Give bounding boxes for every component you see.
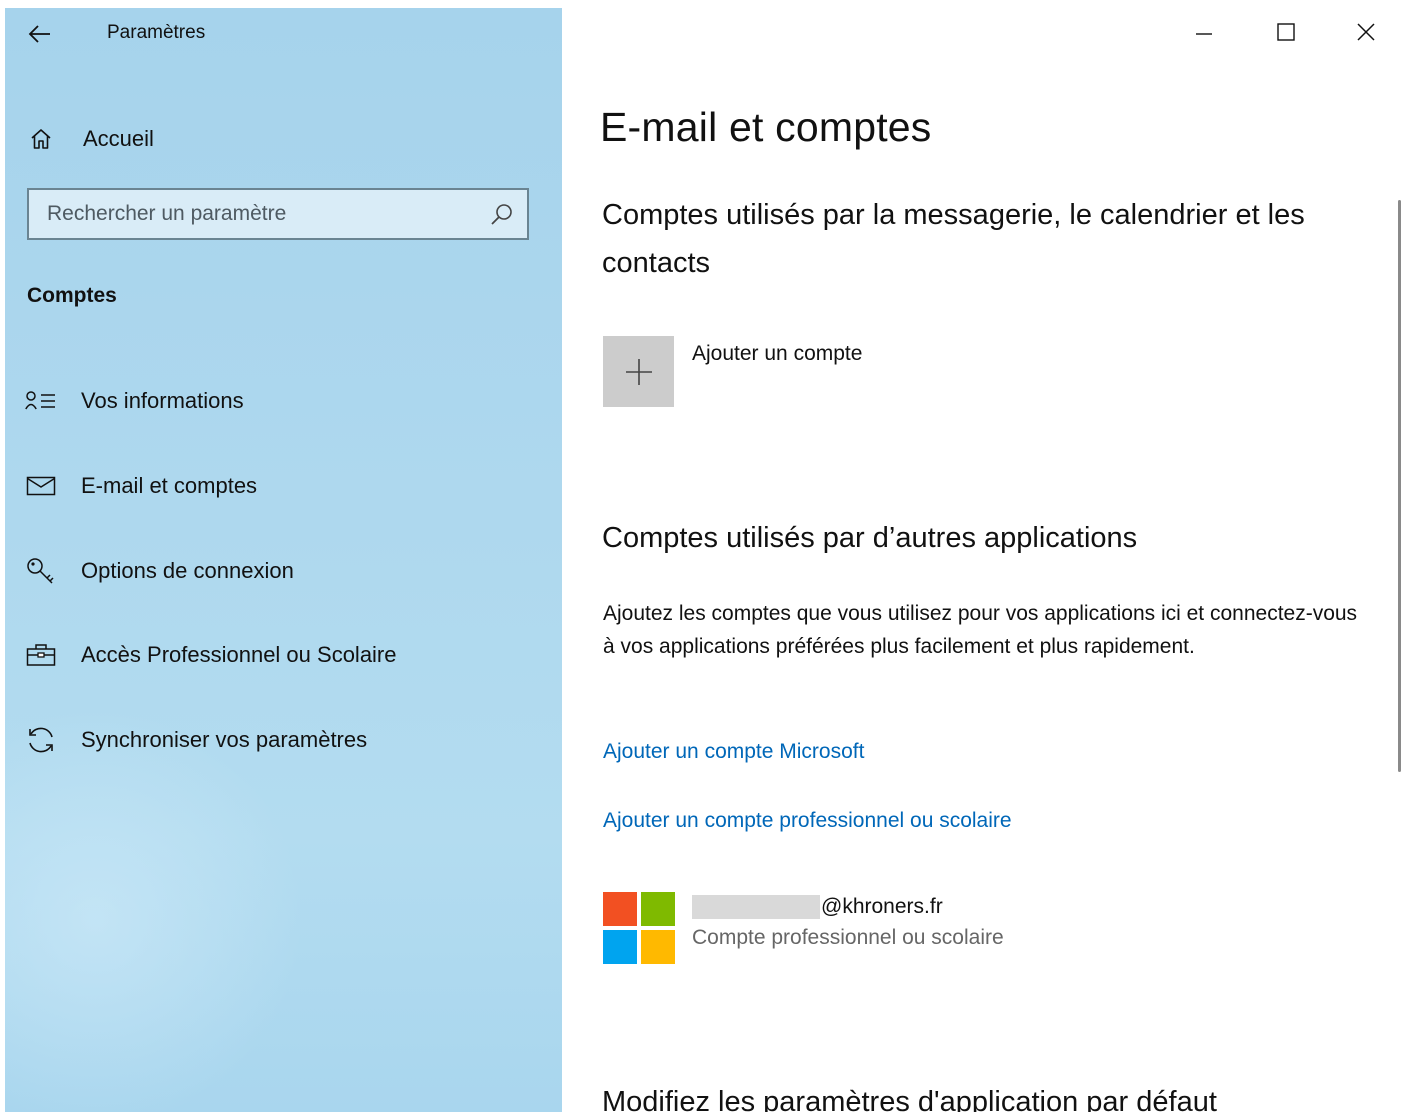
key-icon	[25, 557, 57, 585]
person-list-icon	[25, 387, 57, 415]
sidebar-item-label: Accueil	[83, 126, 154, 151]
search-box[interactable]	[27, 188, 529, 240]
sidebar-item-home[interactable]: Accueil	[5, 111, 562, 167]
account-type: Compte professionnel ou scolaire	[692, 926, 1004, 949]
account-text: @khroners.fr Compte professionnel ou sco…	[692, 895, 1004, 950]
search-input[interactable]	[29, 201, 479, 227]
sidebar-item-label: Vos informations	[81, 388, 244, 413]
sidebar-item-label: Accès Professionnel ou Scolaire	[81, 642, 397, 667]
logo-square-blue	[603, 930, 637, 964]
search-icon[interactable]	[489, 202, 515, 228]
sidebar-item-label: Options de connexion	[81, 558, 294, 583]
scrollbar[interactable]	[1398, 200, 1401, 772]
mail-icon	[25, 472, 57, 500]
sidebar-item-synchroniser[interactable]: Synchroniser vos paramètres	[5, 710, 562, 770]
settings-window: Paramètres Accueil Comptes	[0, 0, 1408, 1112]
add-account-button[interactable]: Ajouter un compte	[603, 336, 862, 407]
back-button[interactable]	[21, 18, 59, 50]
section-heading-defaut: Modifiez les paramètres d'application pa…	[602, 1086, 1217, 1112]
account-email-suffix: @khroners.fr	[821, 895, 943, 918]
briefcase-icon	[25, 641, 57, 669]
sidebar-item-label: E-mail et comptes	[81, 473, 258, 498]
sidebar-item-acces-pro[interactable]: Accès Professionnel ou Scolaire	[5, 625, 562, 685]
microsoft-logo-icon	[603, 892, 675, 964]
section-description: Ajoutez les comptes que vous utilisez po…	[603, 602, 1358, 658]
redacted-block	[692, 895, 820, 919]
sidebar-item-options-connexion[interactable]: Options de connexion	[5, 541, 562, 601]
home-icon	[31, 129, 51, 149]
title-bar: Paramètres	[5, 8, 562, 60]
sidebar-item-email-comptes[interactable]: E-mail et comptes	[5, 456, 562, 516]
sidebar-item-vos-informations[interactable]: Vos informations	[5, 371, 562, 431]
main-content: E-mail et comptes Comptes utilisés par l…	[600, 0, 1390, 1112]
app-title: Paramètres	[107, 22, 206, 43]
add-tile[interactable]	[603, 336, 674, 407]
add-account-label: Ajouter un compte	[692, 342, 863, 365]
section-heading-autres-applications: Comptes utilisés par d’autres applicatio…	[602, 522, 1138, 554]
logo-square-red	[603, 892, 637, 926]
arrow-left-icon	[28, 25, 50, 43]
section-heading: Comptes	[27, 284, 117, 307]
sidebar: Paramètres Accueil Comptes	[5, 8, 562, 1112]
account-email: @khroners.fr	[692, 895, 1004, 919]
sync-icon	[25, 726, 57, 754]
plus-icon	[625, 358, 652, 385]
add-work-account-link[interactable]: Ajouter un compte professionnel ou scola…	[603, 809, 1012, 833]
sidebar-item-label: Synchroniser vos paramètres	[81, 727, 368, 752]
page-title: E-mail et comptes	[600, 104, 932, 150]
account-entry[interactable]: @khroners.fr Compte professionnel ou sco…	[603, 892, 1203, 964]
section-heading-messagerie: Comptes utilisés par la messagerie, le c…	[602, 199, 1305, 279]
logo-square-yellow	[641, 930, 675, 964]
logo-square-green	[641, 892, 675, 926]
add-microsoft-account-link[interactable]: Ajouter un compte Microsoft	[603, 740, 864, 764]
